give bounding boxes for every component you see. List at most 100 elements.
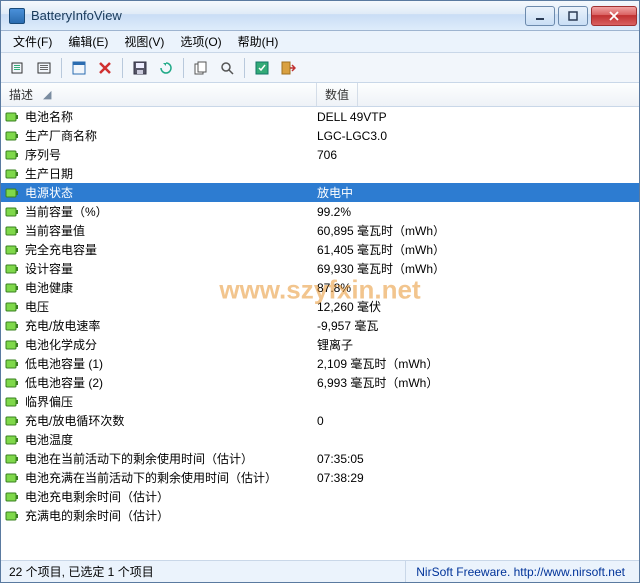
window-title: BatteryInfoView xyxy=(31,8,522,23)
row-description: 当前容量（%） xyxy=(25,203,317,220)
row-value: -9,957 毫瓦 xyxy=(317,317,639,334)
row-description: 低电池容量 (2) xyxy=(25,374,317,391)
list-row[interactable]: 电池充满在当前活动下的剩余使用时间（估计）07:38:29 xyxy=(1,468,639,487)
list-row[interactable]: 当前容量值60,895 毫瓦时（mWh） xyxy=(1,221,639,240)
battery-icon xyxy=(5,510,19,522)
row-description: 完全充电容量 xyxy=(25,241,317,258)
column-header-description[interactable]: 描述◢ xyxy=(1,83,317,106)
battery-icon xyxy=(5,434,19,446)
row-value: 07:38:29 xyxy=(317,471,639,485)
battery-icon xyxy=(5,187,19,199)
list-row[interactable]: 电池在当前活动下的剩余使用时间（估计）07:35:05 xyxy=(1,449,639,468)
battery-icon xyxy=(5,472,19,484)
row-description: 序列号 xyxy=(25,146,317,163)
status-link[interactable]: NirSoft Freeware. http://www.nirsoft.net xyxy=(406,565,635,579)
battery-icon xyxy=(5,453,19,465)
list-row[interactable]: 低电池容量 (2)6,993 毫瓦时（mWh） xyxy=(1,373,639,392)
battery-icon xyxy=(5,130,19,142)
battery-icon xyxy=(5,225,19,237)
row-value: 69,930 毫瓦时（mWh） xyxy=(317,260,639,277)
save-icon[interactable] xyxy=(129,57,151,79)
column-header-value[interactable]: 数值 xyxy=(317,83,358,106)
list-row[interactable]: 电池温度 xyxy=(1,430,639,449)
battery-icon xyxy=(5,149,19,161)
list-row[interactable]: 序列号 706 xyxy=(1,145,639,164)
row-value: 放电中 xyxy=(317,184,639,201)
list-row[interactable]: 完全充电容量61,405 毫瓦时（mWh） xyxy=(1,240,639,259)
data-list[interactable]: 电池名称DELL 49VTP生产厂商名称LGC-LGC3.0序列号 706生产日… xyxy=(1,107,639,560)
row-description: 电池在当前活动下的剩余使用时间（估计） xyxy=(25,450,317,467)
options-icon[interactable] xyxy=(251,57,273,79)
toolbar-separator xyxy=(122,58,123,78)
row-value: 706 xyxy=(317,148,639,162)
list-row[interactable]: 电压12,260 毫伏 xyxy=(1,297,639,316)
list-row[interactable]: 充满电的剩余时间（估计） xyxy=(1,506,639,525)
properties-icon[interactable] xyxy=(68,57,90,79)
close-button[interactable] xyxy=(591,6,637,26)
row-description: 当前容量值 xyxy=(25,222,317,239)
list-row[interactable]: 电池充电剩余时间（估计） xyxy=(1,487,639,506)
list-row[interactable]: 生产厂商名称LGC-LGC3.0 xyxy=(1,126,639,145)
toolbar xyxy=(1,53,639,83)
refresh-icon[interactable] xyxy=(155,57,177,79)
list-row[interactable]: 生产日期 xyxy=(1,164,639,183)
status-text: 22 个项目, 已选定 1 个项目 xyxy=(5,561,406,582)
row-value: 99.2% xyxy=(317,205,639,219)
row-value: 锂离子 xyxy=(317,336,639,353)
battery-icon xyxy=(5,168,19,180)
list-row[interactable]: 电池健康87.8% xyxy=(1,278,639,297)
list-row[interactable]: 充电/放电循环次数0 xyxy=(1,411,639,430)
battery-icon xyxy=(5,111,19,123)
list-row[interactable]: 当前容量（%）99.2% xyxy=(1,202,639,221)
list-row[interactable]: 电源状态放电中 xyxy=(1,183,639,202)
battery-log-icon[interactable] xyxy=(33,57,55,79)
column-header-label: 数值 xyxy=(325,86,349,103)
battery-icon xyxy=(5,301,19,313)
row-description: 电池健康 xyxy=(25,279,317,296)
list-row[interactable]: 设计容量69,930 毫瓦时（mWh） xyxy=(1,259,639,278)
battery-icon xyxy=(5,339,19,351)
row-value: LGC-LGC3.0 xyxy=(317,129,639,143)
toolbar-separator xyxy=(61,58,62,78)
find-icon[interactable] xyxy=(216,57,238,79)
row-description: 电源状态 xyxy=(25,184,317,201)
column-headers: 描述◢ 数值 xyxy=(1,83,639,107)
row-description: 临界偏压 xyxy=(25,393,317,410)
row-description: 电压 xyxy=(25,298,317,315)
row-description: 电池名称 xyxy=(25,108,317,125)
battery-icon xyxy=(5,206,19,218)
menu-bar: 文件(F)编辑(E)视图(V)选项(O)帮助(H) xyxy=(1,31,639,53)
menu-item[interactable]: 帮助(H) xyxy=(230,30,287,53)
toolbar-separator xyxy=(244,58,245,78)
list-row[interactable]: 充电/放电速率-9,957 毫瓦 xyxy=(1,316,639,335)
sort-indicator-icon: ◢ xyxy=(43,88,51,101)
menu-item[interactable]: 编辑(E) xyxy=(60,30,116,53)
row-value: 6,993 毫瓦时（mWh） xyxy=(317,374,639,391)
row-description: 充满电的剩余时间（估计） xyxy=(25,507,317,524)
menu-item[interactable]: 文件(F) xyxy=(5,30,60,53)
list-row[interactable]: 临界偏压 xyxy=(1,392,639,411)
copy-icon[interactable] xyxy=(190,57,212,79)
list-row[interactable]: 电池化学成分锂离子 xyxy=(1,335,639,354)
battery-icon xyxy=(5,282,19,294)
battery-icon xyxy=(5,377,19,389)
battery-summary-icon[interactable] xyxy=(7,57,29,79)
exit-icon[interactable] xyxy=(277,57,299,79)
row-description: 充电/放电循环次数 xyxy=(25,412,317,429)
menu-item[interactable]: 视图(V) xyxy=(116,30,172,53)
maximize-button[interactable] xyxy=(558,6,588,26)
battery-icon xyxy=(5,415,19,427)
menu-item[interactable]: 选项(O) xyxy=(172,30,229,53)
row-description: 设计容量 xyxy=(25,260,317,277)
battery-icon xyxy=(5,396,19,408)
row-description: 生产日期 xyxy=(25,165,317,182)
row-value: 87.8% xyxy=(317,281,639,295)
list-row[interactable]: 电池名称DELL 49VTP xyxy=(1,107,639,126)
delete-icon[interactable] xyxy=(94,57,116,79)
row-description: 充电/放电速率 xyxy=(25,317,317,334)
battery-icon xyxy=(5,320,19,332)
list-row[interactable]: 低电池容量 (1)2,109 毫瓦时（mWh） xyxy=(1,354,639,373)
status-bar: 22 个项目, 已选定 1 个项目 NirSoft Freeware. http… xyxy=(1,560,639,582)
row-description: 生产厂商名称 xyxy=(25,127,317,144)
minimize-button[interactable] xyxy=(525,6,555,26)
